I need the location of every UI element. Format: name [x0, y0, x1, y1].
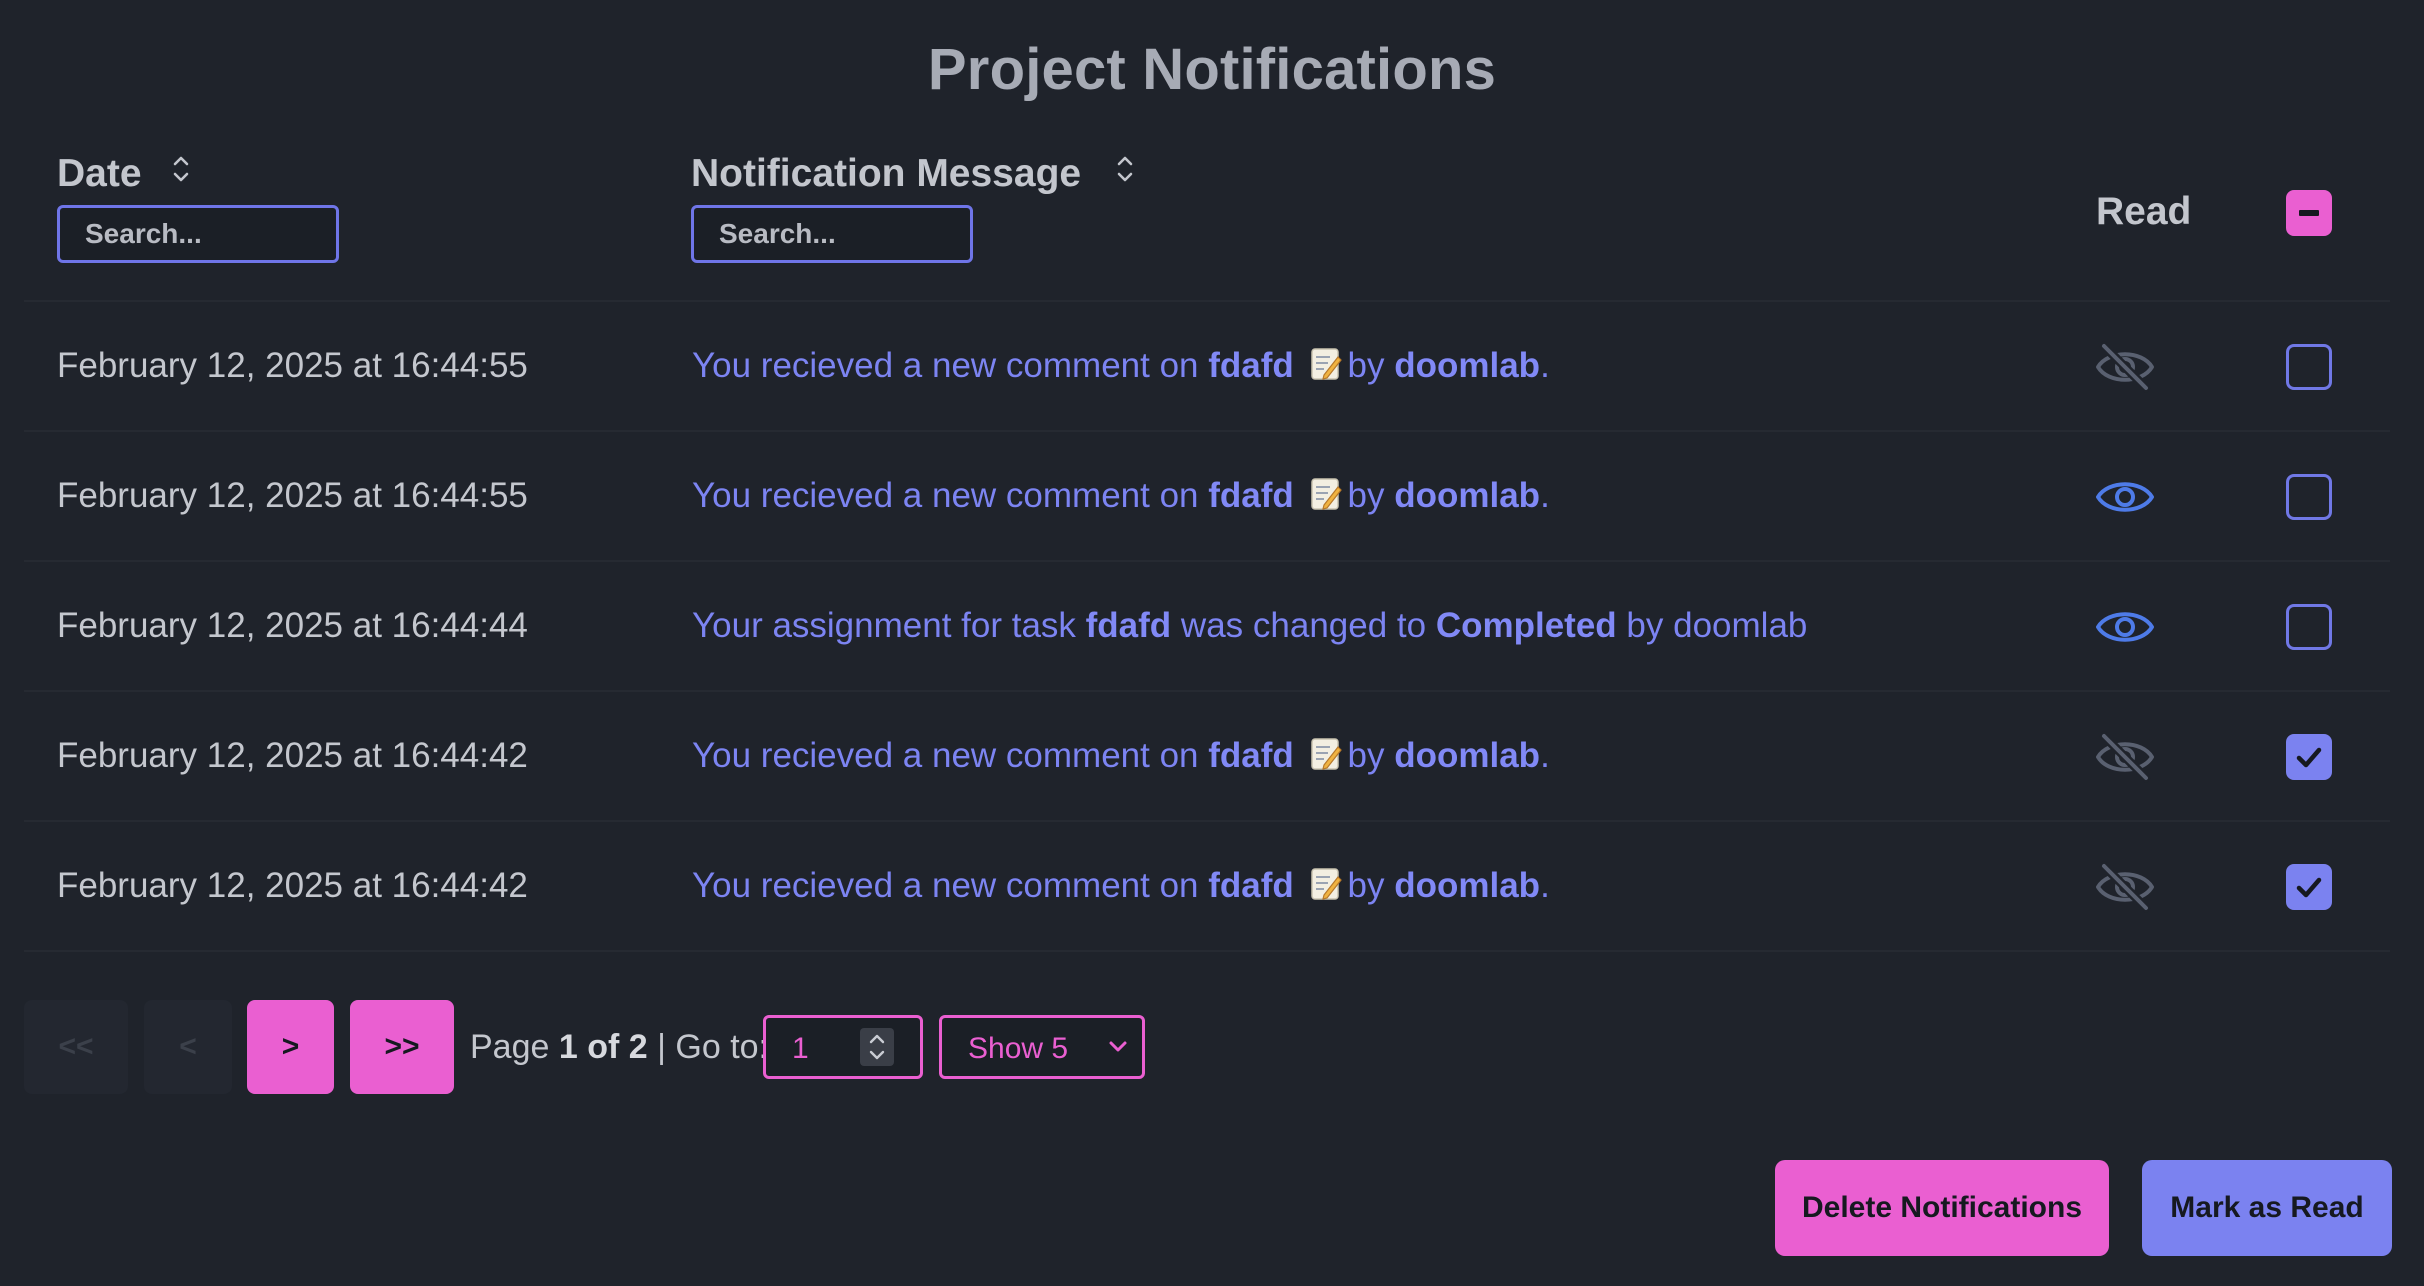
eye-icon[interactable]: [2094, 470, 2156, 524]
row-divider: [24, 950, 2390, 952]
first-page-button[interactable]: <<: [24, 1000, 128, 1094]
message-text: .: [1540, 866, 1550, 905]
notification-date: February 12, 2025 at 16:44:42: [57, 866, 528, 905]
row-checkbox[interactable]: [2286, 604, 2332, 650]
user-link[interactable]: doomlab: [1394, 476, 1540, 515]
message-text: by: [1347, 346, 1385, 385]
goto-label: | Go to:: [657, 1028, 769, 1066]
message-search-input[interactable]: [691, 205, 973, 263]
user-link[interactable]: doomlab: [1394, 736, 1540, 775]
message-text: You recieved a new comment on: [692, 346, 1199, 385]
page-indicator: Page 1 of 2 | Go to:: [470, 1028, 768, 1067]
table-row: February 12, 2025 at 16:44:55 You reciev…: [24, 432, 2390, 562]
user-link[interactable]: doomlab: [1394, 866, 1540, 905]
row-checkbox[interactable]: [2286, 474, 2332, 520]
message-text: You recieved a new comment on: [692, 736, 1199, 775]
page-size-select[interactable]: Show 5: [939, 1015, 1145, 1079]
sort-icon[interactable]: [1115, 152, 1135, 186]
notification-message: You recieved a new comment on fdafd by d…: [692, 476, 1550, 516]
column-header-read: Read: [2096, 190, 2192, 233]
memo-icon: [1310, 348, 1342, 380]
table-row: February 12, 2025 at 16:44:55 You reciev…: [24, 302, 2390, 432]
check-icon: [2296, 747, 2322, 768]
memo-icon: [1310, 868, 1342, 900]
table-row: February 12, 2025 at 16:44:42 You reciev…: [24, 692, 2390, 822]
column-header-message[interactable]: Notification Message: [691, 152, 1081, 196]
chevron-down-icon: [1109, 1041, 1127, 1052]
next-page-button[interactable]: >: [247, 1000, 334, 1094]
task-link[interactable]: fdafd: [1086, 606, 1172, 645]
column-header-date[interactable]: Date: [57, 152, 142, 196]
notification-date: February 12, 2025 at 16:44:55: [57, 346, 528, 385]
message-text: by: [1347, 736, 1385, 775]
status-text: Completed: [1435, 606, 1617, 645]
message-text: You recieved a new comment on: [692, 476, 1199, 515]
column-header-message-label: Notification Message: [691, 152, 1082, 195]
date-search-input[interactable]: [57, 205, 339, 263]
message-text: You recieved a new comment on: [692, 866, 1199, 905]
message-text: was changed to: [1180, 606, 1427, 645]
check-icon: [2296, 877, 2322, 898]
last-page-button[interactable]: >>: [350, 1000, 454, 1094]
sort-icon[interactable]: [171, 152, 191, 186]
message-text: .: [1540, 346, 1550, 385]
spinner-arrows-icon: [869, 1034, 885, 1060]
message-text: Your assignment for task: [692, 606, 1076, 645]
eye-slash-icon[interactable]: [2094, 730, 2156, 784]
notifications-page: Project Notifications Date Notification …: [0, 0, 2424, 1286]
page-count: 1 of 2: [558, 1028, 648, 1066]
page-title: Project Notifications: [927, 37, 1497, 102]
prev-page-button[interactable]: <: [144, 1000, 232, 1094]
notification-date: February 12, 2025 at 16:44:44: [57, 606, 528, 645]
message-text: by: [1347, 866, 1385, 905]
row-checkbox[interactable]: [2286, 864, 2332, 910]
memo-icon: [1310, 478, 1342, 510]
notification-message: You recieved a new comment on fdafd by d…: [692, 736, 1550, 776]
message-text: .: [1540, 476, 1550, 515]
task-link[interactable]: fdafd: [1208, 476, 1294, 515]
notification-message: You recieved a new comment on fdafd by d…: [692, 346, 1550, 386]
eye-slash-icon[interactable]: [2094, 340, 2156, 394]
row-checkbox[interactable]: [2286, 344, 2332, 390]
notification-date: February 12, 2025 at 16:44:55: [57, 476, 528, 515]
task-link[interactable]: fdafd: [1208, 736, 1294, 775]
message-text: by: [1347, 476, 1385, 515]
notification-message: You recieved a new comment on fdafd by d…: [692, 866, 1550, 906]
message-text: .: [1540, 736, 1550, 775]
page-size-value: Show 5: [968, 1032, 1069, 1065]
eye-icon[interactable]: [2094, 600, 2156, 654]
message-text: by doomlab: [1626, 606, 1808, 645]
row-checkbox[interactable]: [2286, 734, 2332, 780]
column-header-date-label: Date: [57, 152, 142, 195]
table-row: February 12, 2025 at 16:44:44 Your assig…: [24, 562, 2390, 692]
page-word: Page: [470, 1028, 550, 1066]
table-row: February 12, 2025 at 16:44:42 You reciev…: [24, 822, 2390, 952]
notification-message: Your assignment for task fdafd was chang…: [692, 606, 1807, 646]
minus-icon: [2299, 210, 2319, 216]
notification-date: February 12, 2025 at 16:44:42: [57, 736, 528, 775]
memo-icon: [1310, 738, 1342, 770]
user-link[interactable]: doomlab: [1394, 346, 1540, 385]
delete-notifications-button[interactable]: Delete Notifications: [1775, 1160, 2109, 1256]
eye-slash-icon[interactable]: [2094, 860, 2156, 914]
number-spinner[interactable]: [860, 1028, 894, 1066]
goto-page-input[interactable]: 1: [763, 1015, 923, 1079]
select-all-checkbox[interactable]: [2286, 190, 2332, 236]
mark-as-read-button[interactable]: Mark as Read: [2142, 1160, 2392, 1256]
task-link[interactable]: fdafd: [1208, 346, 1294, 385]
task-link[interactable]: fdafd: [1208, 866, 1294, 905]
goto-page-value: 1: [792, 1032, 809, 1065]
